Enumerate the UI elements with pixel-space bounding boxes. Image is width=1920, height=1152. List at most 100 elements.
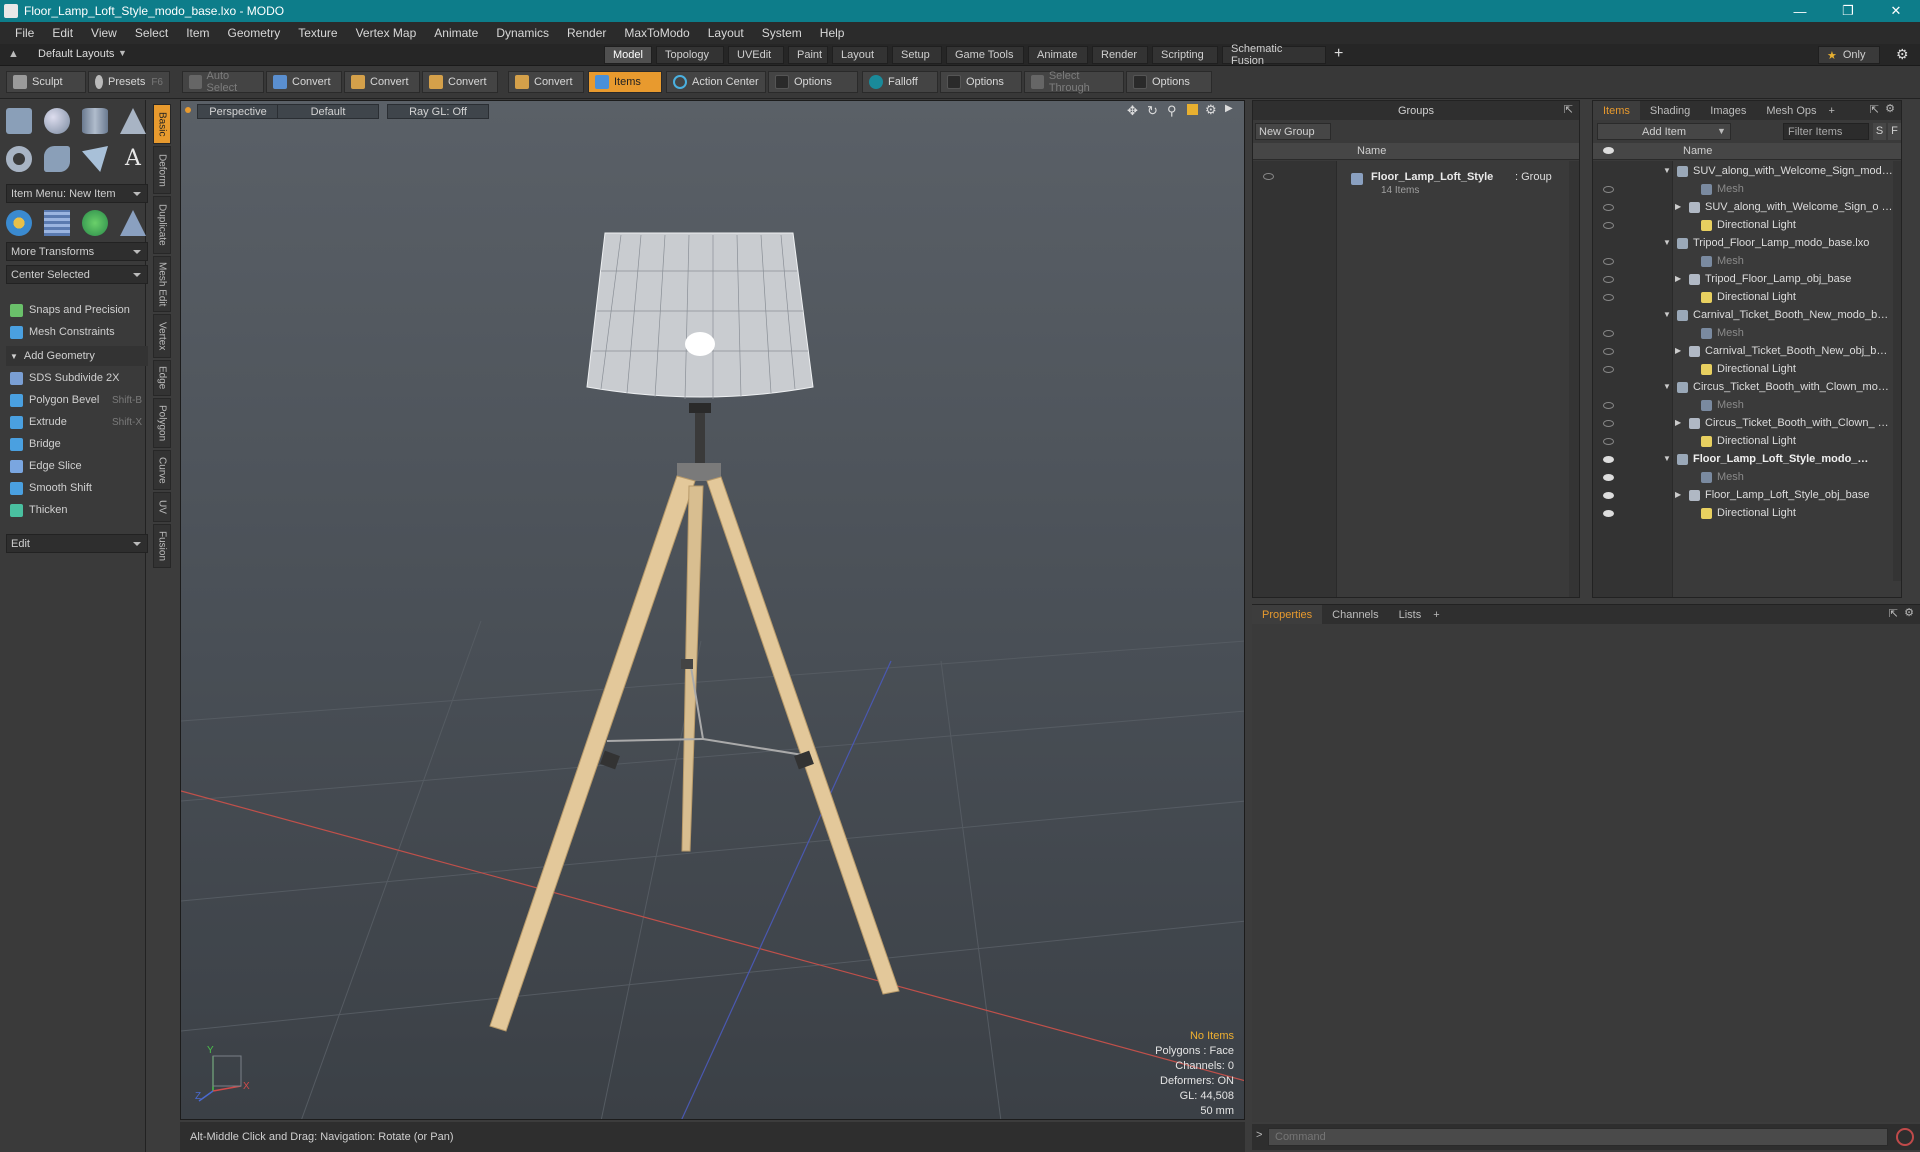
menu-render[interactable]: Render <box>567 26 606 40</box>
options-checkbox-2[interactable] <box>947 75 961 89</box>
tab-images[interactable]: Images <box>1700 101 1756 120</box>
item-eye-icon[interactable] <box>1603 258 1614 265</box>
torus-icon[interactable] <box>6 146 32 172</box>
expand-arrow-icon[interactable]: ▶ <box>1675 490 1681 499</box>
tool-polygon-bevel[interactable]: Polygon Bevel Shift-B <box>6 390 148 410</box>
expand-arrow-icon[interactable]: ▶ <box>1675 346 1681 355</box>
tab-setup[interactable]: Setup <box>892 46 942 64</box>
vtab-fusion[interactable]: Fusion <box>153 524 171 568</box>
tab-game-tools[interactable]: Game Tools <box>946 46 1024 64</box>
item-row[interactable]: Mesh <box>1593 397 1901 415</box>
tab-mesh-ops[interactable]: Mesh Ops <box>1756 101 1826 120</box>
item-row[interactable]: ▼ Floor_Lamp_Loft_Style_modo_… <box>1593 451 1901 469</box>
menu-vertex-map[interactable]: Vertex Map <box>356 26 417 40</box>
item-row[interactable]: ▶ Floor_Lamp_Loft_Style_obj_base <box>1593 487 1901 505</box>
item-eye-icon[interactable] <box>1603 186 1614 193</box>
more-transforms-dropdown[interactable]: More Transforms <box>6 242 148 261</box>
items-name-column[interactable]: Name <box>1683 145 1712 157</box>
tool-smooth-shift[interactable]: Smooth Shift <box>6 478 148 498</box>
item-row[interactable]: ▶ Tripod_Floor_Lamp_obj_base <box>1593 271 1901 289</box>
expand-icon[interactable]: ⇱ <box>1564 103 1573 116</box>
group-eye-icon[interactable] <box>1263 173 1274 180</box>
item-eye-icon[interactable] <box>1603 438 1614 445</box>
collapse-arrow-icon[interactable]: ▼ <box>1663 166 1671 175</box>
sphere-icon[interactable] <box>44 108 70 134</box>
menu-select[interactable]: Select <box>135 26 168 40</box>
add-item-button[interactable]: Add Item <box>1597 123 1731 140</box>
gear-icon[interactable]: ⚙ <box>1885 102 1895 115</box>
menu-maxtomodo[interactable]: MaxToModo <box>624 26 689 40</box>
minimize-icon[interactable]: — <box>1780 0 1820 22</box>
item-row[interactable]: ▼ SUV_along_with_Welcome_Sign_mod… <box>1593 163 1901 181</box>
tool-extrude[interactable]: Extrude Shift-X <box>6 412 148 432</box>
tab-channels[interactable]: Channels <box>1322 605 1388 624</box>
groups-scrollbar[interactable] <box>1569 161 1579 597</box>
item-row[interactable]: Directional Light <box>1593 361 1901 379</box>
item-eye-icon[interactable] <box>1603 510 1614 517</box>
tab-items[interactable]: Items <box>1593 101 1640 120</box>
options-checkbox-3[interactable] <box>1133 75 1147 89</box>
item-eye-icon[interactable] <box>1603 420 1614 427</box>
vtab-polygon[interactable]: Polygon <box>153 398 171 448</box>
grid-icon[interactable] <box>44 210 70 236</box>
item-row[interactable]: Directional Light <box>1593 433 1901 451</box>
tab-topology[interactable]: Topology <box>656 46 724 64</box>
item-row[interactable]: Mesh <box>1593 253 1901 271</box>
new-group-button[interactable]: New Group <box>1255 123 1331 140</box>
tab-scripting[interactable]: Scripting <box>1152 46 1218 64</box>
item-eye-icon[interactable] <box>1603 492 1614 499</box>
item-eye-icon[interactable] <box>1603 222 1614 229</box>
vtab-duplicate[interactable]: Duplicate <box>153 196 171 254</box>
menu-item[interactable]: Item <box>186 26 209 40</box>
command-input[interactable] <box>1268 1128 1888 1146</box>
rotate-icon[interactable] <box>82 210 108 236</box>
menu-system[interactable]: System <box>762 26 802 40</box>
item-row[interactable]: Directional Light <box>1593 217 1901 235</box>
add-tab-icon[interactable]: + <box>1334 45 1343 63</box>
menu-dynamics[interactable]: Dynamics <box>496 26 549 40</box>
capsule-icon[interactable] <box>44 146 70 172</box>
mesh-constraints-button[interactable]: Mesh Constraints <box>6 322 148 342</box>
menu-layout[interactable]: Layout <box>708 26 744 40</box>
items-mode-button[interactable]: Items <box>588 71 662 93</box>
menu-view[interactable]: View <box>91 26 117 40</box>
item-eye-icon[interactable] <box>1603 204 1614 211</box>
tab-uvedit[interactable]: UVEdit <box>728 46 784 64</box>
menu-edit[interactable]: Edit <box>52 26 73 40</box>
scale-icon[interactable] <box>120 210 146 236</box>
expand-arrow-icon[interactable]: ▶ <box>1675 202 1681 211</box>
default-layouts-dropdown[interactable]: Default Layouts <box>38 48 114 60</box>
auto-select-button[interactable]: Auto Select <box>182 70 264 94</box>
options-button-2[interactable]: Options <box>940 71 1022 93</box>
vtab-deform[interactable]: Deform <box>153 146 171 194</box>
s-toggle[interactable]: S <box>1873 123 1886 140</box>
3d-viewport[interactable]: Perspective Default Ray GL: Off ✥ ↻ ⚲ ⚙ … <box>180 100 1245 1120</box>
item-row[interactable]: ▼ Tripod_Floor_Lamp_modo_base.lxo <box>1593 235 1901 253</box>
menu-help[interactable]: Help <box>820 26 845 40</box>
item-row[interactable]: Directional Light <box>1593 289 1901 307</box>
tab-animate[interactable]: Animate <box>1028 46 1088 64</box>
groups-name-column[interactable]: Name <box>1357 145 1386 157</box>
expand-icon[interactable]: ⇱ <box>1870 103 1879 116</box>
add-tab-icon[interactable]: + <box>1829 105 1835 117</box>
gear-icon[interactable]: ⚙ <box>1896 46 1909 63</box>
item-eye-icon[interactable] <box>1603 348 1614 355</box>
cone-icon[interactable] <box>120 108 146 134</box>
options-button-3[interactable]: Options <box>1126 71 1212 93</box>
vtab-basic[interactable]: Basic <box>153 104 171 144</box>
f-toggle[interactable]: F <box>1888 123 1901 140</box>
tool-sds-subdivide-2x[interactable]: SDS Subdivide 2X <box>6 368 148 388</box>
item-row[interactable]: ▶ Circus_Ticket_Booth_with_Clown_ … <box>1593 415 1901 433</box>
text-icon[interactable]: A <box>120 146 146 172</box>
vtab-mesh-edit[interactable]: Mesh Edit <box>153 256 171 312</box>
menu-animate[interactable]: Animate <box>434 26 478 40</box>
options-button-1[interactable]: Options <box>768 71 858 93</box>
tool-edge-slice[interactable]: Edge Slice <box>6 456 148 476</box>
collapse-arrow-icon[interactable]: ▼ <box>1663 310 1671 319</box>
collapse-arrow-icon[interactable]: ▼ <box>1663 238 1671 247</box>
layout-menu-icon[interactable]: ▲ <box>8 48 19 60</box>
add-geometry-header[interactable]: ▼ Add Geometry <box>6 346 148 366</box>
menu-geometry[interactable]: Geometry <box>228 26 281 40</box>
pen-icon[interactable] <box>82 146 108 172</box>
restore-icon[interactable]: ❐ <box>1828 0 1868 22</box>
